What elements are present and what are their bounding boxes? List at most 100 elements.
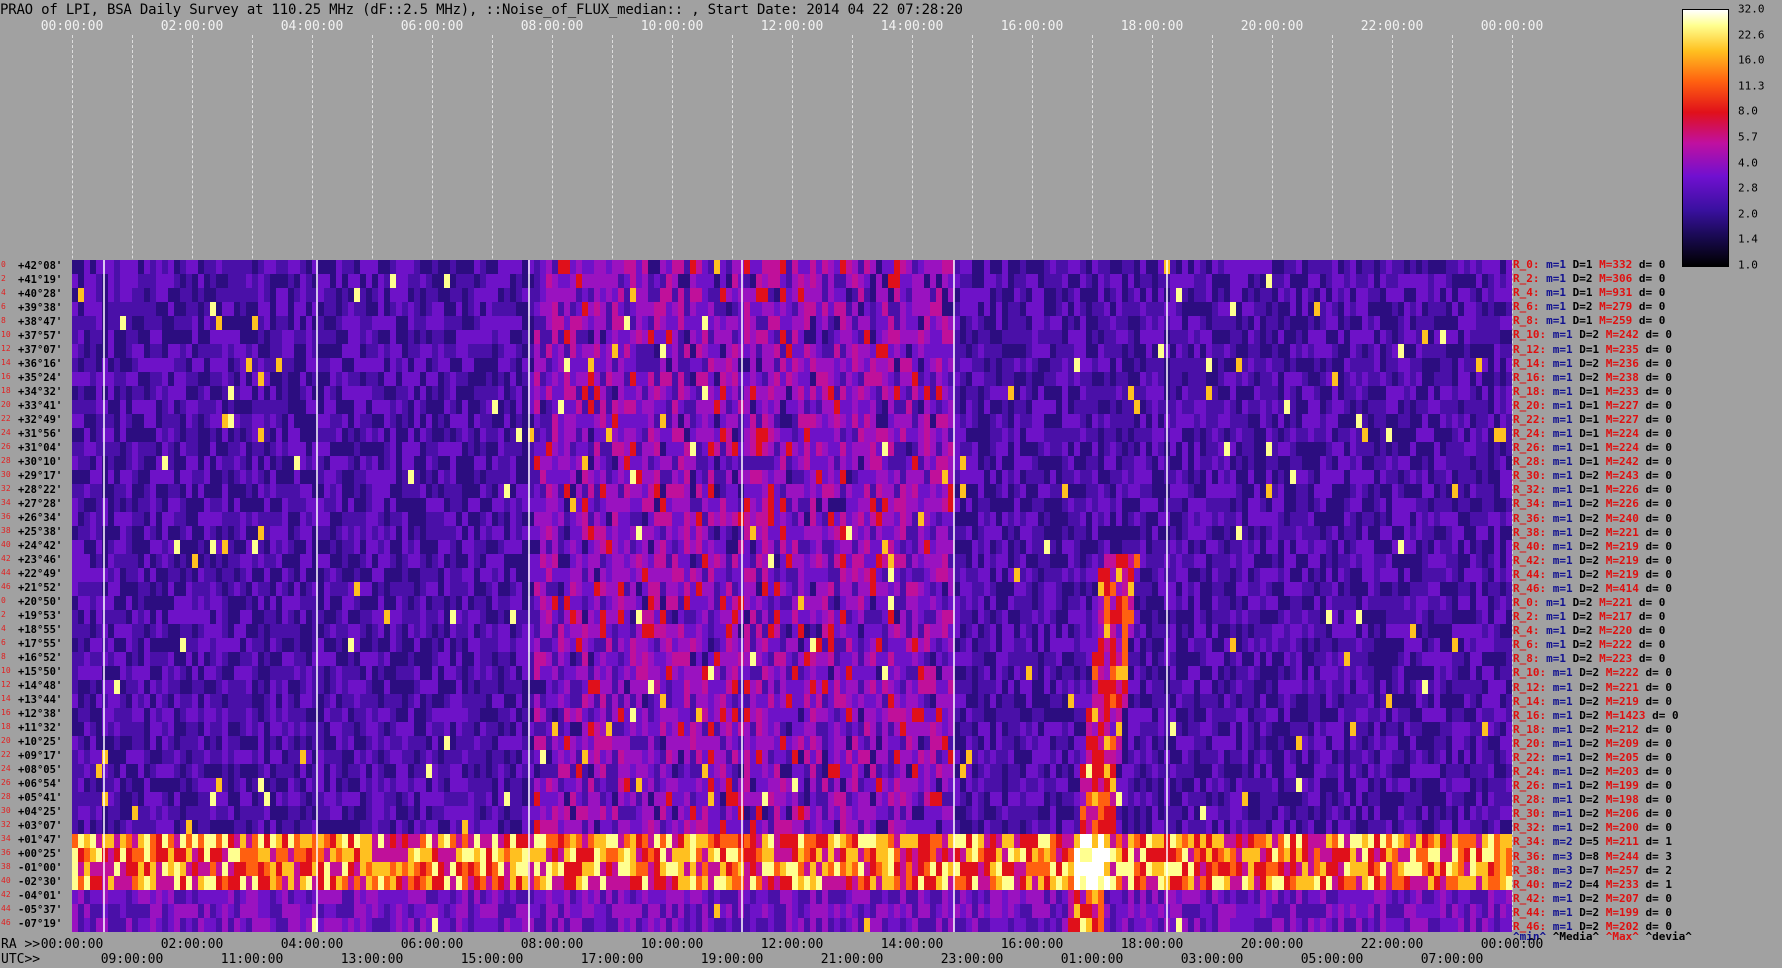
stat-mx: M=257 xyxy=(1605,863,1646,877)
stat-r: R_34: xyxy=(1513,497,1553,511)
stat-mx: M=236 xyxy=(1605,356,1646,370)
stat-r: R_2: xyxy=(1513,272,1547,286)
row-index: 12 xyxy=(1,344,11,353)
declination-labels: +42°08' +41°19' +40°28' +39°38' +38°47' +37°5… xyxy=(0,260,72,932)
stat-m: m=1 xyxy=(1552,370,1580,384)
stat-mx: M=238 xyxy=(1605,370,1646,384)
stat-r: R_8: xyxy=(1513,652,1547,666)
stat-row: R_44: m=1 D=2 M=219 d= 0 xyxy=(1513,568,1672,581)
colorbar-tick-label: 1.0 xyxy=(1738,258,1758,272)
stat-row: R_34: m=2 D=5 M=211 d= 1 xyxy=(1513,835,1672,848)
stat-row: R_2: m=1 D=2 M=306 d= 0 xyxy=(1513,272,1665,285)
row-index: 16 xyxy=(1,708,11,717)
stat-row: R_8: m=1 D=2 M=223 d= 0 xyxy=(1513,652,1665,665)
declination-label: +06°54' xyxy=(18,778,63,790)
stat-d: D=5 xyxy=(1579,835,1606,849)
declination-label: +31°04' xyxy=(18,442,63,454)
utc-tick-label: 21:00:00 xyxy=(820,952,884,967)
stat-m: m=1 xyxy=(1552,412,1580,426)
stat-mx: M=205 xyxy=(1605,750,1646,764)
stat-d: D=2 xyxy=(1579,469,1606,483)
declination-label: +36°16' xyxy=(18,358,63,370)
declination-label: -02°30' xyxy=(18,876,63,888)
colorbar-tick-label: 4.0 xyxy=(1738,156,1758,170)
stat-r: R_0: xyxy=(1513,258,1547,271)
row-index: 36 xyxy=(1,512,11,521)
stat-row: R_20: m=1 D=1 M=227 d= 0 xyxy=(1513,399,1672,412)
stat-d: D=2 xyxy=(1579,905,1606,919)
declination-label: -07°19' xyxy=(18,918,63,930)
utc-tick-label: 13:00:00 xyxy=(340,952,404,967)
stat-mx: M=306 xyxy=(1599,272,1639,286)
spectrogram-heatmap xyxy=(72,260,1512,932)
row-index: 6 xyxy=(1,638,6,647)
stat-row: R_34: m=1 D=2 M=226 d= 0 xyxy=(1513,497,1672,510)
stat-d: D=2 xyxy=(1572,638,1600,652)
stat-r: R_44: xyxy=(1513,905,1553,919)
stat-r: R_24: xyxy=(1513,765,1553,778)
stat-mx: M=233 xyxy=(1605,384,1646,398)
stat-m: m=1 xyxy=(1552,694,1580,708)
stat-dv: d= 0 xyxy=(1645,539,1673,553)
stat-r: R_26: xyxy=(1513,779,1553,793)
declination-label: +37°07' xyxy=(18,344,63,356)
stat-dv: d= 0 xyxy=(1645,680,1673,694)
stat-dv: d= 0 xyxy=(1638,314,1666,328)
stat-r: R_30: xyxy=(1513,807,1553,821)
stat-m: m=1 xyxy=(1552,483,1580,497)
stat-dv: d= 0 xyxy=(1645,765,1673,778)
stat-dv: d= 0 xyxy=(1638,272,1666,286)
stat-row: R_42: m=1 D=2 M=207 d= 0 xyxy=(1513,892,1672,905)
stat-dv: d= 0 xyxy=(1645,370,1673,384)
row-index: 32 xyxy=(1,484,11,493)
declination-label: +27°28' xyxy=(18,498,63,510)
stat-d: D=8 xyxy=(1579,849,1606,863)
stat-dv: d= 0 xyxy=(1652,708,1679,722)
stat-mx: M=219 xyxy=(1605,553,1646,567)
stat-dv: d= 0 xyxy=(1645,412,1673,426)
stat-mx: M=219 xyxy=(1605,567,1646,581)
stat-m: m=1 xyxy=(1552,525,1580,539)
stat-mx: M=219 xyxy=(1605,539,1646,553)
declination-label: +05°41' xyxy=(18,792,63,804)
ra-tick-label: 02:00:00 xyxy=(160,937,224,952)
stat-m: m=1 xyxy=(1552,905,1580,919)
stat-row: R_18: m=1 D=2 M=212 d= 0 xyxy=(1513,723,1672,736)
row-index: 20 xyxy=(1,400,11,409)
declination-label: +16°52' xyxy=(18,652,63,664)
stat-r: R_28: xyxy=(1513,455,1553,469)
declination-label: -01°00' xyxy=(18,862,63,874)
top-ra-tick-label: 06:00:00 xyxy=(400,19,464,34)
stat-row: R_4: m=1 D=1 M=931 d= 0 xyxy=(1513,286,1665,299)
stat-dv: d= 0 xyxy=(1645,525,1673,539)
declination-label: +00°25' xyxy=(18,848,63,860)
stat-d: D=2 xyxy=(1579,581,1606,595)
row-index: 28 xyxy=(1,792,11,801)
stat-r: R_18: xyxy=(1513,722,1553,736)
stat-row: R_26: m=1 D=2 M=199 d= 0 xyxy=(1513,779,1672,792)
utc-prefix: UTC>> xyxy=(1,952,41,967)
stat-mx: M=226 xyxy=(1605,483,1646,497)
row-index: 46 xyxy=(1,582,11,591)
stat-d: D=2 xyxy=(1579,567,1606,581)
stat-row: R_40: m=2 D=4 M=233 d= 1 xyxy=(1513,878,1672,891)
stat-mx: M=242 xyxy=(1605,455,1646,469)
declination-label: +26°34' xyxy=(18,512,63,524)
ra-tick-label: 20:00:00 xyxy=(1240,937,1304,952)
stat-r: R_14: xyxy=(1513,694,1553,708)
utc-tick-label: 19:00:00 xyxy=(700,952,764,967)
row-index: 14 xyxy=(1,358,11,367)
stat-m: m=1 xyxy=(1546,272,1573,286)
row-index: 0 xyxy=(1,596,6,605)
stat-dv: d= 0 xyxy=(1645,750,1673,764)
stat-r: R_4: xyxy=(1513,286,1547,300)
row-index: 16 xyxy=(1,372,11,381)
stat-row: R_32: m=1 D=1 M=226 d= 0 xyxy=(1513,483,1672,496)
stat-dv: d= 0 xyxy=(1645,384,1673,398)
stat-d: D=2 xyxy=(1579,553,1606,567)
stat-mx: M=227 xyxy=(1605,412,1646,426)
stat-r: R_0: xyxy=(1513,596,1547,609)
ra-tick-label: 22:00:00 xyxy=(1360,937,1424,952)
stat-mx: M=235 xyxy=(1605,342,1646,356)
stat-dv: d= 0 xyxy=(1645,793,1673,807)
